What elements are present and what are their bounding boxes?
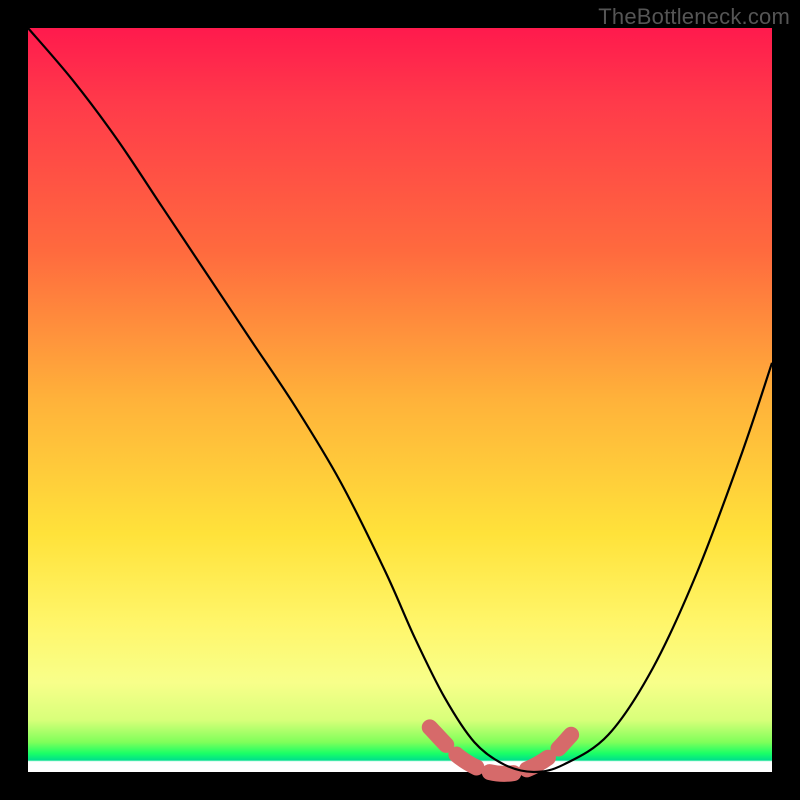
chart-frame: TheBottleneck.com — [0, 0, 800, 800]
optimal-range-highlight — [430, 727, 571, 774]
curve-svg — [28, 28, 772, 772]
plot-area — [28, 28, 772, 772]
watermark-text: TheBottleneck.com — [598, 4, 790, 30]
bottleneck-curve — [28, 28, 772, 772]
